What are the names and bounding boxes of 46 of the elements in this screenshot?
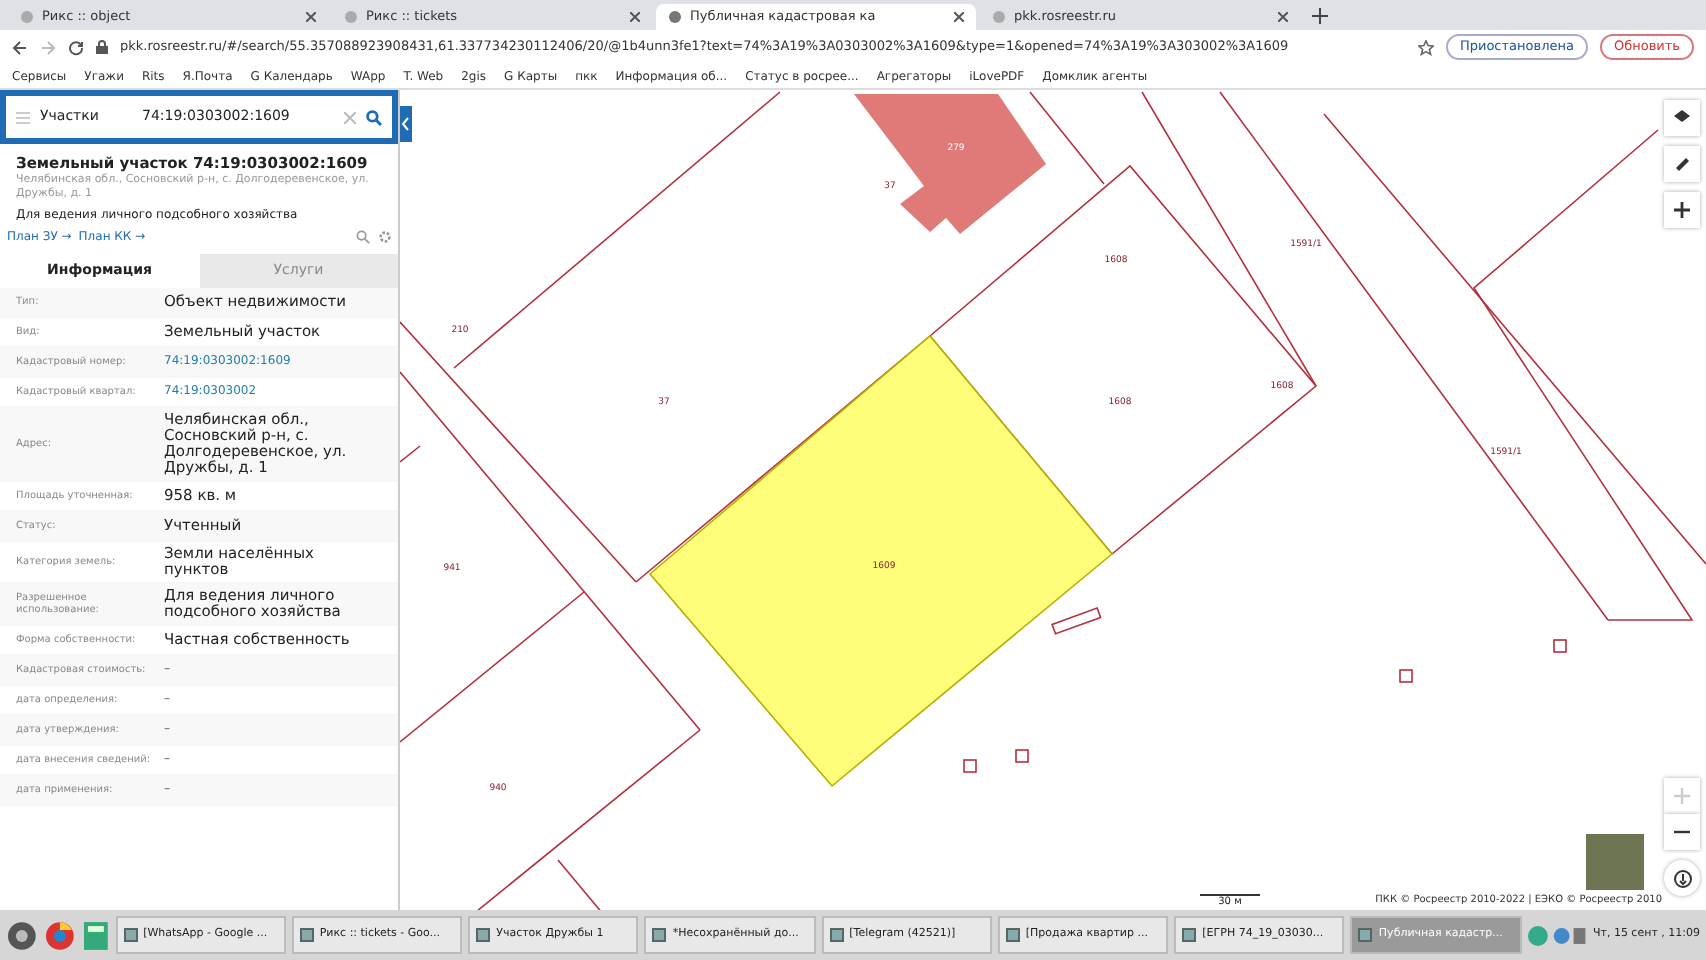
search-icon[interactable] [366,109,382,125]
structure-outline [1553,639,1567,653]
window-icon [829,928,844,942]
crosshair-icon [1674,202,1690,218]
favicon-icon [992,10,1006,24]
calculator-icon[interactable] [81,919,110,951]
lock-icon [96,40,108,54]
browser-icon[interactable] [43,919,76,951]
parcel-boundary [1029,91,1105,185]
close-icon[interactable] [630,12,640,22]
start-icon[interactable] [6,919,38,951]
structure-outline [1051,607,1102,635]
zoom-out-button[interactable] [1664,814,1700,850]
info-button[interactable] [1664,860,1700,896]
ruler-button[interactable] [1664,146,1700,182]
star-icon[interactable] [1417,39,1434,55]
close-icon[interactable] [954,12,964,22]
window-icon [1358,928,1373,942]
window-icon [123,928,138,942]
settings-icon[interactable] [377,230,391,244]
info-icon [1673,869,1691,887]
close-icon[interactable] [306,12,316,22]
favicon-icon [344,10,358,24]
layers-icon [1674,110,1690,126]
reload-icon[interactable] [68,39,84,55]
structure-outline [963,759,977,773]
tray-icons[interactable] [1527,923,1587,947]
window-icon [299,928,314,942]
locate-button[interactable] [1664,192,1700,228]
window-icon [1005,928,1020,942]
collapse-panel-button[interactable] [400,106,412,142]
back-icon[interactable] [12,39,28,55]
favicon-icon [20,10,34,24]
close-icon[interactable] [1278,12,1288,22]
search-icon[interactable] [356,230,370,244]
window-icon [476,928,491,942]
layers-button[interactable] [1664,100,1700,136]
structure-outline [1399,669,1413,683]
window-icon [652,928,667,942]
favicon-icon [668,10,682,24]
window-icon [1182,928,1197,942]
ruler-icon [1674,156,1690,172]
new-tab-icon[interactable] [1312,8,1328,24]
structure-outline [1015,749,1029,763]
minimap-thumbnail[interactable] [1586,834,1644,890]
plus-icon [1674,788,1690,804]
